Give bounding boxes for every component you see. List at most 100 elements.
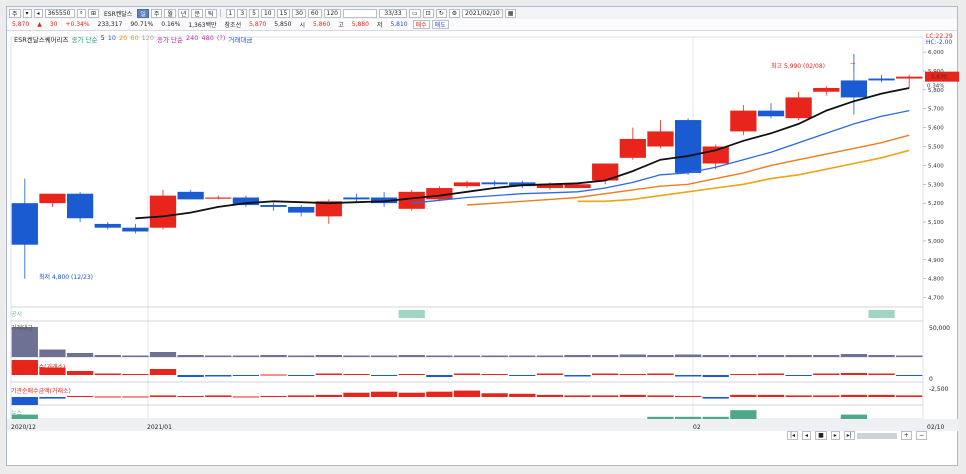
foreign-net-bar <box>840 373 868 375</box>
prev-page-icon[interactable]: ◂ <box>802 431 812 440</box>
x-label-jan: 2021/01 <box>147 424 172 431</box>
scroll-slider[interactable] <box>856 433 897 439</box>
disclosure-bar <box>868 310 895 318</box>
foreign-net-bar <box>66 371 94 375</box>
chart-window: 주 ▾ ◂ 365550 ⌕ ⊞ ESR켄달스 일 주 월 년 분 틱 1 3 … <box>6 6 959 467</box>
foreign-net-bar <box>757 373 785 375</box>
trade-value-bar <box>896 355 923 357</box>
trade-value-bar <box>315 355 342 357</box>
trade-value-bar <box>122 355 149 357</box>
candle-body <box>149 195 177 228</box>
candle-body <box>619 138 646 158</box>
trade-value-bar <box>619 354 646 357</box>
panel-axis-trade-value: 50,000 <box>929 325 950 332</box>
institution-net-bar <box>647 395 674 397</box>
institution-net-bar <box>813 395 840 397</box>
zoom-out-icon[interactable]: − <box>915 431 927 440</box>
institution-net-bar <box>122 396 149 398</box>
institution-net-bar <box>232 396 260 398</box>
ma60-line <box>577 149 910 203</box>
candle-body <box>702 146 729 164</box>
foreign-net-bar <box>868 373 895 375</box>
candle-body <box>66 193 94 219</box>
foreign-net-bar <box>94 373 121 375</box>
disclosure-bar <box>398 310 425 318</box>
news-bar <box>730 410 757 419</box>
trade-value-bar <box>260 355 287 357</box>
first-page-icon[interactable]: |◂ <box>787 431 799 440</box>
candle-body <box>647 131 674 147</box>
news-bar <box>840 414 868 419</box>
trade-value-bar <box>785 355 812 357</box>
institution-net-bar <box>66 395 94 397</box>
current-price-label: 5,870 <box>931 75 947 81</box>
trade-value-bar <box>205 355 232 357</box>
panel-axis-foreign: 0 <box>929 376 933 383</box>
foreign-net-bar <box>122 374 149 375</box>
foreign-net-bar <box>785 375 812 376</box>
y-tick-label: 5,600 <box>928 126 944 132</box>
foreign-net-bar <box>453 373 481 375</box>
panel-label-news: 뉴스 <box>11 410 23 417</box>
foreign-net-bar <box>619 374 646 375</box>
institution-net-bar <box>398 392 425 397</box>
foreign-net-bar <box>177 375 204 377</box>
panel-label-disclosure: 공시 <box>11 311 23 318</box>
institution-net-bar <box>177 395 204 397</box>
candle-body <box>94 223 121 228</box>
institution-net-bar <box>757 394 785 397</box>
foreign-net-bar <box>232 375 260 376</box>
trade-value-bar <box>426 355 453 357</box>
y-tick-label: 5,000 <box>928 239 944 245</box>
candle-body <box>260 205 287 207</box>
zoom-in-icon[interactable]: + <box>900 431 912 440</box>
institution-net-bar <box>343 392 370 397</box>
trade-value-bar <box>536 355 564 357</box>
y-tick-label: 5,300 <box>928 182 944 188</box>
institution-net-bar <box>11 397 38 405</box>
institution-net-bar <box>619 394 646 397</box>
trade-value-bar <box>813 355 840 357</box>
foreign-net-bar <box>647 373 674 375</box>
y-tick-label: 5,700 <box>928 107 944 113</box>
y-tick-label: 5,500 <box>928 145 944 151</box>
foreign-net-bar <box>509 375 536 376</box>
panel-axis-institution: -2,500 <box>929 386 949 393</box>
candle-body <box>288 206 315 213</box>
institution-net-bar <box>205 395 232 397</box>
foreign-net-bar <box>536 373 564 375</box>
panel-label-institution: 기관순매수금액(거래소) <box>11 388 71 395</box>
candle-body <box>868 78 895 81</box>
panel-label-foreign: 외국인순매수(거래소) <box>11 364 66 371</box>
foreign-net-bar <box>370 375 398 376</box>
last-page-icon[interactable]: ▸| <box>843 431 855 440</box>
trade-value-bar <box>177 355 204 357</box>
foreign-net-bar <box>288 375 315 376</box>
candle-body <box>896 76 923 79</box>
y-tick-label: 5,200 <box>928 201 944 207</box>
y-tick-label: 5,400 <box>928 163 944 169</box>
current-pct-label: 0.34% <box>927 84 944 90</box>
y-tick-label: 6,000 <box>928 50 944 56</box>
next-page-icon[interactable]: ▸ <box>830 431 840 440</box>
candle-body <box>785 97 812 119</box>
chart-canvas[interactable]: 6,0005,9005,8005,7005,6005,5005,4005,300… <box>7 7 959 467</box>
news-bar <box>647 416 674 419</box>
institution-net-bar <box>564 395 591 397</box>
trade-value-bar <box>702 355 729 357</box>
trade-value-bar <box>840 354 868 357</box>
institution-net-bar <box>453 390 481 397</box>
candle-body <box>564 184 591 189</box>
trade-value-bar <box>94 355 121 357</box>
y-tick-label: 5,100 <box>928 220 944 226</box>
foreign-net-bar <box>315 373 342 375</box>
trade-value-bar <box>592 355 619 357</box>
institution-net-bar <box>260 395 287 397</box>
institution-net-bar <box>896 395 923 397</box>
trade-value-bar <box>370 355 398 357</box>
candle-body <box>398 191 425 209</box>
trade-value-bar <box>647 355 674 357</box>
foreign-net-bar <box>592 373 619 375</box>
stop-icon[interactable]: ■ <box>815 431 827 440</box>
institution-net-bar <box>288 395 315 397</box>
